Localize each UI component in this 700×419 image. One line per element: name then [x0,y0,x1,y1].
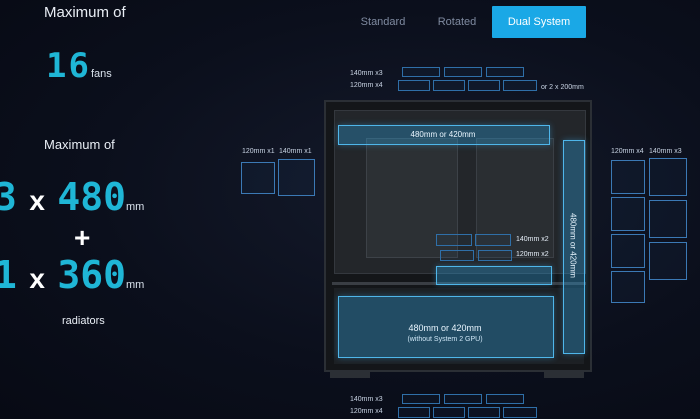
bottom-fan-slot [398,407,430,418]
tab-dual-system[interactable]: Dual System [492,6,586,38]
bottom-140-label: 140mm x3 [350,396,383,403]
right-fan-slot-120 [611,160,645,194]
mid-fan-slot [440,250,474,261]
rad1-qty: 3 [0,175,17,219]
radiator-line-2: 1 x 360mm [0,253,144,297]
side-fan-slot-120 [241,162,275,194]
top-140-label: 140mm x3 [350,70,383,77]
rad2-qty: 1 [0,253,17,297]
rad1-times: x [29,185,45,216]
right-fan-slot-120 [611,271,645,303]
top-fan-slot [433,80,465,91]
top-120-label: 120mm x4 [350,82,383,89]
top-fan-slot [486,67,524,77]
right-fan-slot-140 [649,242,687,280]
top-fan-slot [444,67,482,77]
radiators-label: radiators [62,315,105,327]
right-fan-slot-140 [649,158,687,196]
tab-standard[interactable]: Standard [350,6,416,38]
rad2-unit: mm [126,279,145,291]
bottom-fan-slot [486,394,524,404]
case-foot-right [544,372,584,378]
mid-fan-slot [478,250,512,261]
side-120-label: 120mm x1 [242,148,275,155]
mid-radiator [436,266,552,285]
fans-unit: fans [90,68,112,80]
top-fan-slot [468,80,500,91]
rad1-size: 480 [57,175,127,219]
top-radiator-label: 480mm or 420mm [410,130,476,139]
right-120-label: 120mm x4 [611,148,644,155]
rad1-unit: mm [126,201,145,213]
plus-sign: + [74,222,91,253]
rad2-size: 360 [57,253,127,297]
mid-140-label: 140mm x2 [516,236,549,243]
side-140-label: 140mm x1 [279,148,312,155]
top-fan-slot [402,67,440,77]
rad2-times: x [29,263,45,294]
top-fan-slot [398,80,430,91]
top-200-label: or 2 x 200mm [541,84,584,91]
mid-120-label: 120mm x2 [516,251,549,258]
mid-fan-slot [436,234,472,246]
bottom-fan-slot [444,394,482,404]
bottom-fan-slot [468,407,500,418]
radiators-heading: Maximum of [44,137,115,152]
fans-count: 16 [46,46,91,86]
top-fan-slot [503,80,537,91]
fans-heading: Maximum of [44,4,126,21]
bottom-120-label: 120mm x4 [350,408,383,415]
bottom-fan-slot [402,394,440,404]
fans-stat: 16fans [46,46,112,86]
right-140-label: 140mm x3 [649,148,682,155]
bottom-radiator-note: (without System 2 GPU) [407,336,483,343]
bottom-radiator-label: 480mm or 420mm [408,323,482,333]
radiator-line-1: 3 x 480mm [0,175,144,219]
side-fan-slot-140 [278,159,315,196]
right-fan-slot-140 [649,200,687,238]
right-fan-slot-120 [611,197,645,231]
bottom-fan-slot [503,407,537,418]
vertical-radiator-label: 480mm or 420mm [568,213,578,278]
case-foot-left [330,372,370,378]
mid-fan-slot [475,234,511,246]
bottom-fan-slot [433,407,465,418]
tab-rotated[interactable]: Rotated [426,6,488,38]
right-fan-slot-120 [611,234,645,268]
